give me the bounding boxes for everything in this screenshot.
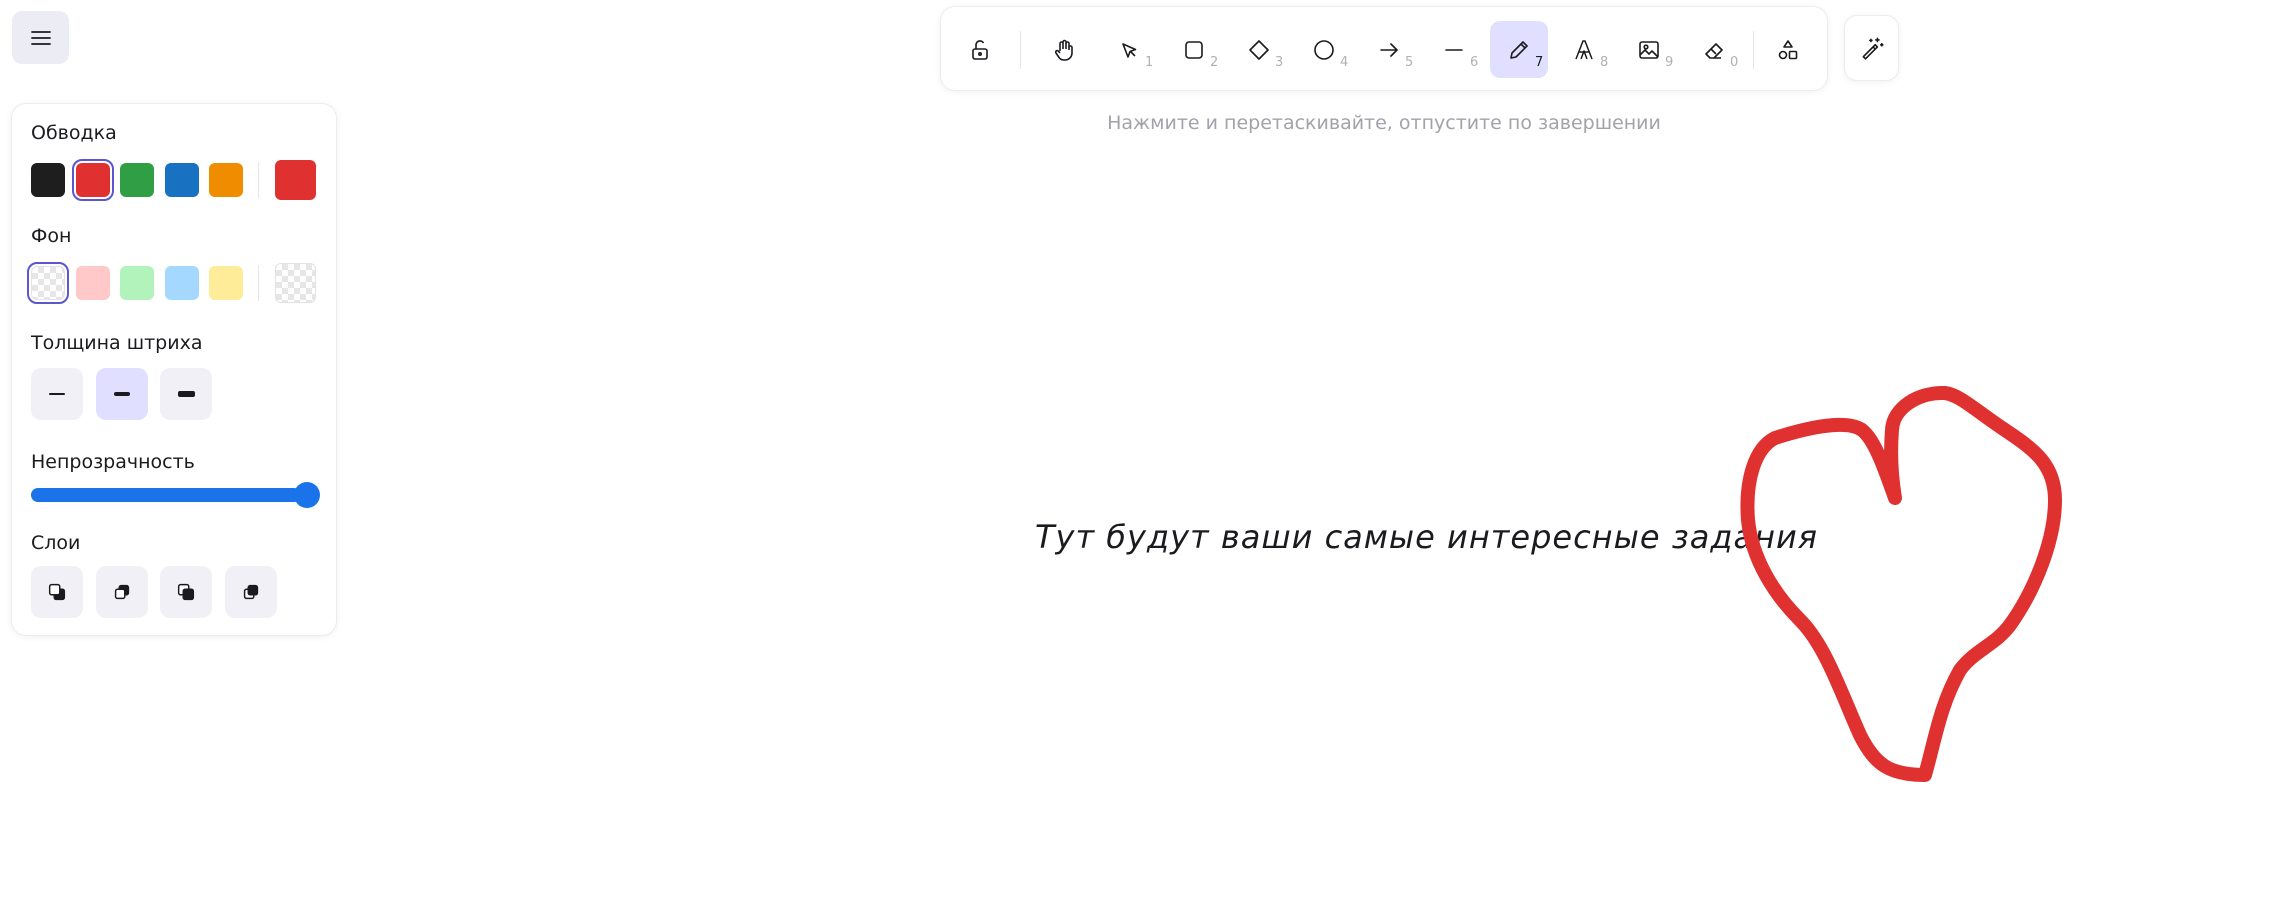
freehand-heart-drawing[interactable]: [0, 0, 2290, 904]
heart-stroke: [1740, 386, 2062, 782]
